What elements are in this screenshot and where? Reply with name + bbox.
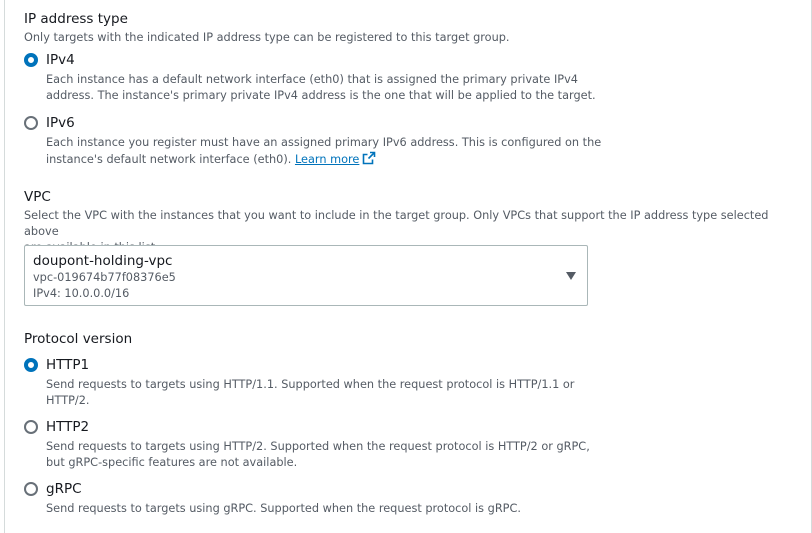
http2-label[interactable]: HTTP2 — [46, 418, 646, 436]
grpc-description-line1: Send requests to targets using gRPC. Sup… — [46, 502, 521, 515]
http2-description-line2: but gRPC-specific features are not avail… — [46, 456, 298, 469]
ip-address-type-section: IP address type Only targets with the in… — [24, 10, 804, 46]
ipv4-label[interactable]: IPv4 — [46, 51, 646, 69]
grpc-description: Send requests to targets using gRPC. Sup… — [46, 501, 646, 517]
external-link-icon[interactable] — [362, 151, 376, 170]
http1-description: Send requests to targets using HTTP/1.1.… — [46, 377, 646, 409]
learn-more-link[interactable]: Learn more — [295, 153, 359, 166]
vpc-select[interactable]: doupont-holding-vpc vpc-019674b77f08376e… — [24, 245, 588, 306]
http1-description-line2: HTTP/2. — [46, 394, 90, 407]
caret-down-icon[interactable] — [566, 272, 576, 280]
ipv6-description-line2: instance's default network interface (et… — [46, 153, 295, 166]
panel-left-border — [4, 0, 5, 533]
ip-type-option-ipv6[interactable]: IPv6 Each instance you register must hav… — [24, 114, 646, 170]
protocol-option-http2[interactable]: HTTP2 Send requests to targets using HTT… — [24, 418, 646, 471]
protocol-version-title: Protocol version — [24, 331, 133, 347]
ip-type-option-ipv4[interactable]: IPv4 Each instance has a default network… — [24, 51, 646, 104]
ipv4-radio[interactable] — [24, 53, 38, 67]
http1-radio[interactable] — [24, 358, 38, 372]
ipv6-description: Each instance you register must have an … — [46, 135, 646, 170]
http2-radio[interactable] — [24, 420, 38, 434]
ipv4-description: Each instance has a default network inte… — [46, 72, 646, 104]
vpc-selected-name: doupont-holding-vpc — [33, 253, 173, 269]
http1-label[interactable]: HTTP1 — [46, 356, 646, 374]
ipv6-radio[interactable] — [24, 116, 38, 130]
vpc-description-line1: Select the VPC with the instances that y… — [24, 209, 769, 238]
http2-description: Send requests to targets using HTTP/2. S… — [46, 439, 646, 471]
http2-description-line1: Send requests to targets using HTTP/2. S… — [46, 440, 590, 453]
http1-description-line1: Send requests to targets using HTTP/1.1.… — [46, 378, 575, 391]
ipv6-description-line1: Each instance you register must have an … — [46, 136, 602, 149]
protocol-option-http1[interactable]: HTTP1 Send requests to targets using HTT… — [24, 356, 646, 409]
vpc-selected-id: vpc-019674b77f08376e5 — [33, 271, 176, 284]
ipv6-description-line2-row: instance's default network interface (et… — [46, 151, 646, 170]
vpc-title: VPC — [24, 189, 51, 205]
grpc-label[interactable]: gRPC — [46, 480, 646, 498]
ipv6-label[interactable]: IPv6 — [46, 114, 646, 132]
grpc-radio[interactable] — [24, 482, 38, 496]
ip-address-type-description: Only targets with the indicated IP addre… — [24, 31, 510, 44]
ip-address-type-title: IP address type — [24, 11, 128, 27]
vpc-selected-cidr: IPv4: 10.0.0.0/16 — [33, 287, 130, 300]
ipv4-description-line1: Each instance has a default network inte… — [46, 73, 578, 86]
ipv4-description-line2: address. The instance's primary private … — [46, 89, 596, 102]
protocol-option-grpc[interactable]: gRPC Send requests to targets using gRPC… — [24, 480, 646, 517]
